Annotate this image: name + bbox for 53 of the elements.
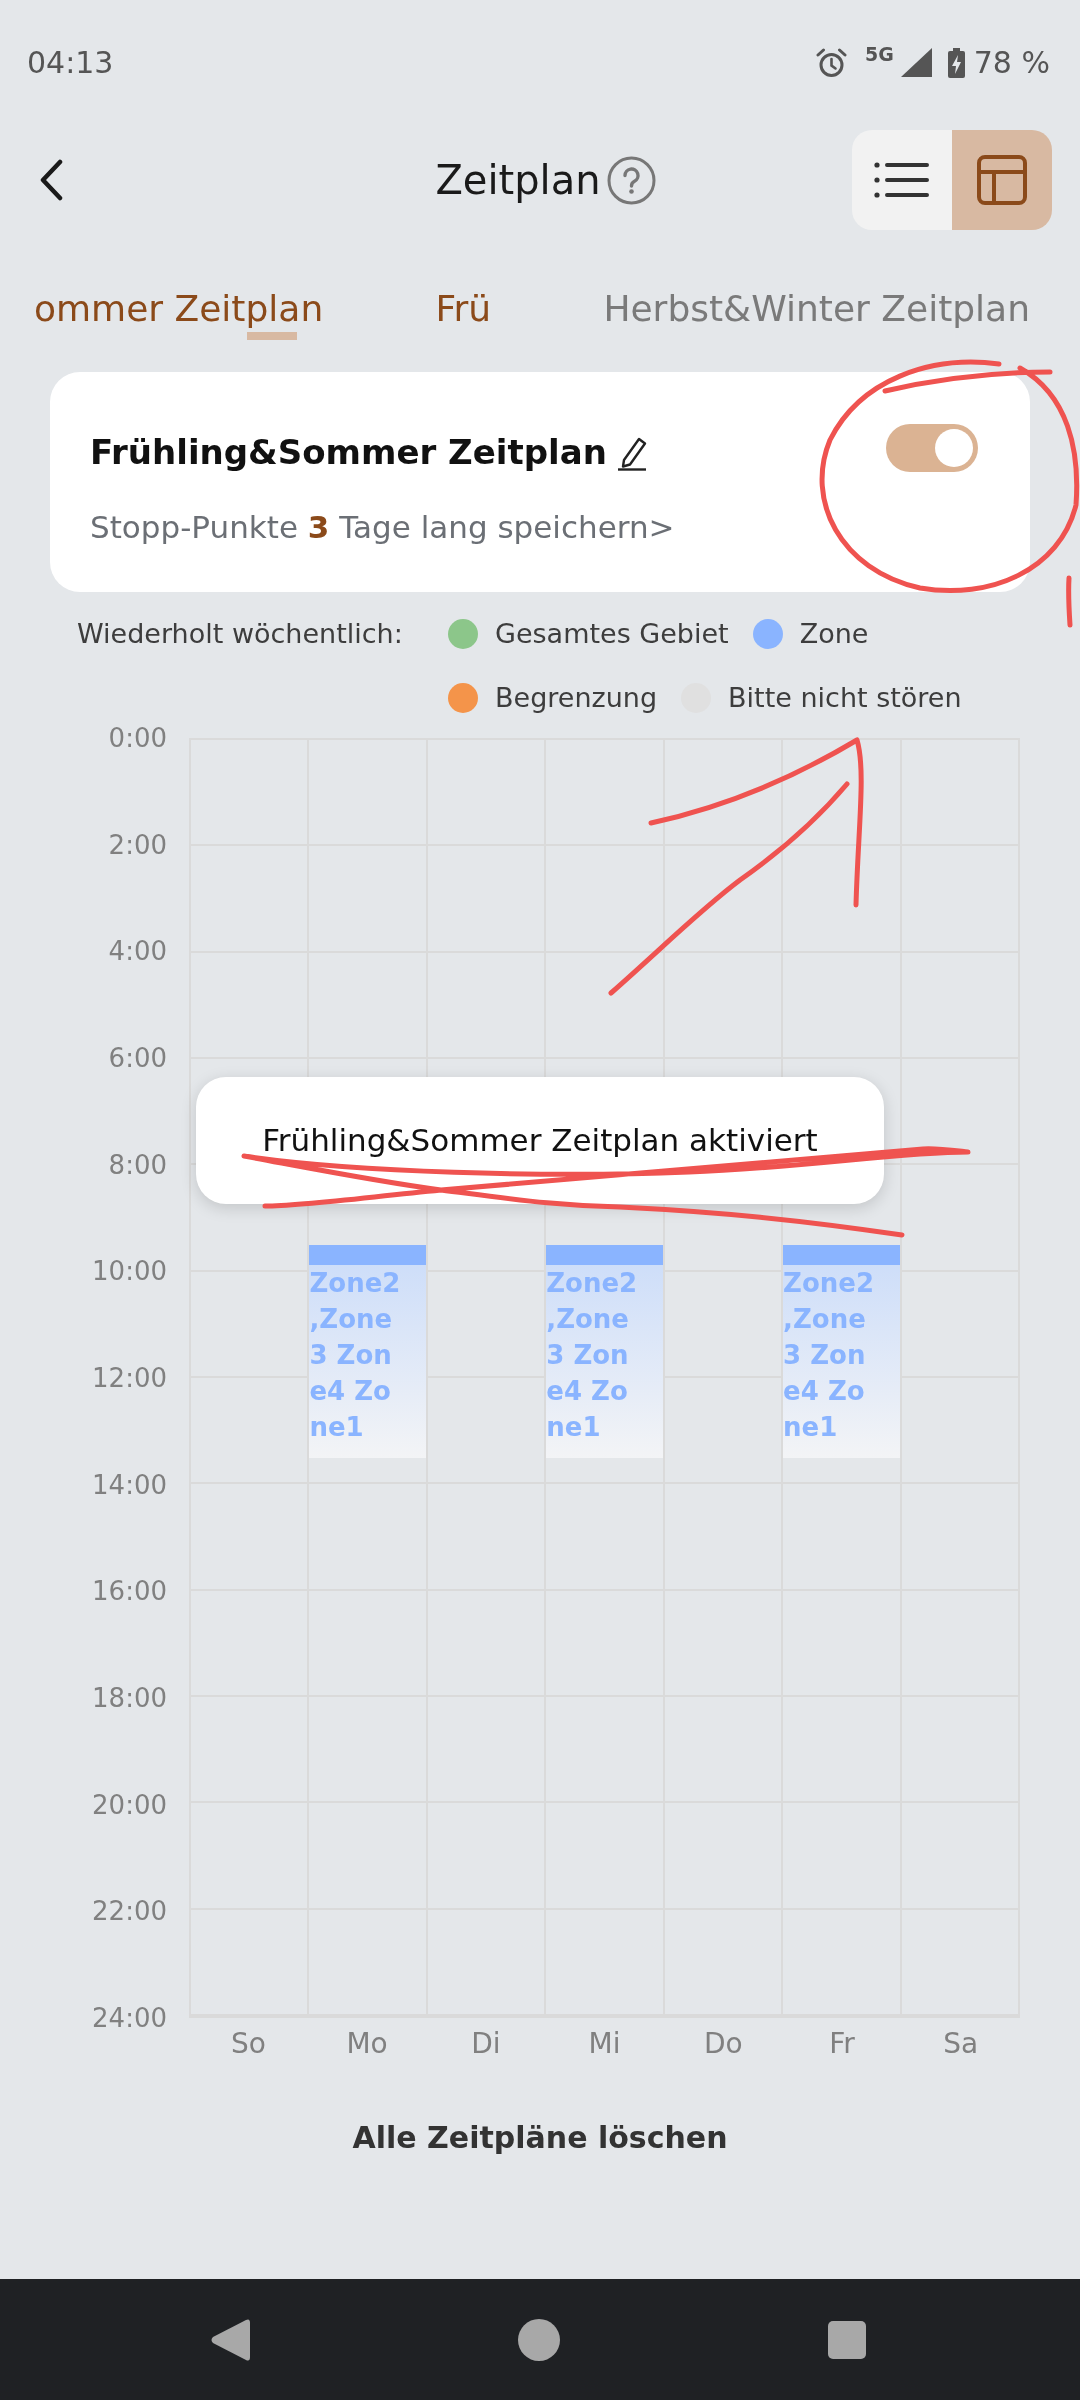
legend-title: Wiederholt wöchentlich: xyxy=(77,617,404,651)
toast-notification: Frühling&Sommer Zeitplan aktiviert xyxy=(196,1077,884,1204)
hour-label: 12:00 xyxy=(92,1361,167,1395)
battery-charging-icon xyxy=(945,47,967,78)
hour-label: 2:00 xyxy=(108,828,167,862)
network-type: 5G xyxy=(864,45,894,64)
back-button[interactable] xyxy=(39,159,63,201)
day-label: Sa xyxy=(942,2026,980,2062)
list-icon xyxy=(874,160,930,200)
hour-label: 8:00 xyxy=(108,1148,167,1182)
calendar-view-button[interactable] xyxy=(952,130,1052,230)
toggle-switch[interactable] xyxy=(886,424,978,472)
hour-label: 18:00 xyxy=(92,1681,167,1715)
day-label: Fr xyxy=(828,2026,856,2062)
hour-label: 10:00 xyxy=(92,1255,167,1289)
clock-time: 04:13 xyxy=(27,47,114,78)
day-label: Do xyxy=(702,2026,744,2062)
hour-label: 22:00 xyxy=(92,1895,167,1929)
legend-label: Gesamtes Gebiet xyxy=(495,617,729,651)
tab[interactable]: Herbst&Winter Zeitplan xyxy=(603,287,1030,343)
help-icon[interactable] xyxy=(606,155,656,205)
hour-label: 24:00 xyxy=(92,2001,167,2035)
chevron-left-icon xyxy=(39,159,63,201)
hour-label: 20:00 xyxy=(92,1788,167,1822)
entry-text: Zone2,Zone3 Zone4 Zone1 xyxy=(309,1267,402,1445)
hour-label: 14:00 xyxy=(92,1468,167,1502)
day-label: Mi xyxy=(587,2026,622,2062)
hour-label: 4:00 xyxy=(108,935,167,969)
hour-label: 16:00 xyxy=(92,1575,167,1609)
tab[interactable]: Frü xyxy=(435,287,492,343)
signal-icon xyxy=(900,48,932,77)
list-view-button[interactable] xyxy=(852,130,952,230)
day-label: Di xyxy=(470,2026,502,2062)
tab[interactable]: ommer Zeitplan xyxy=(34,287,324,343)
schedule-note[interactable]: Stopp-Punkte 3 Tage lang speichern> xyxy=(90,507,675,547)
entry-text: Zone2,Zone3 Zone4 Zone1 xyxy=(783,1267,876,1445)
entry-text: Zone2,Zone3 Zone4 Zone1 xyxy=(546,1267,639,1445)
legend-label: Bitte nicht stören xyxy=(728,681,962,715)
layout-icon xyxy=(977,155,1027,205)
legend-label: Begrenzung xyxy=(495,681,658,715)
legend-label: Zone xyxy=(799,617,869,651)
battery-level: 78 % xyxy=(973,47,1050,78)
back-icon[interactable] xyxy=(210,2316,250,2363)
day-label: So xyxy=(229,2026,267,2062)
day-label: Mo xyxy=(345,2026,389,2062)
alarm-clock-icon xyxy=(815,47,847,78)
home-icon[interactable] xyxy=(518,2318,560,2361)
delete-all-button[interactable]: Alle Zeitpläne löschen xyxy=(352,2118,728,2158)
schedule-title: Frühling&Sommer Zeitplan xyxy=(90,431,607,474)
recents-icon[interactable] xyxy=(828,2320,866,2359)
hour-label: 0:00 xyxy=(108,722,167,755)
hour-label: 6:00 xyxy=(108,1041,167,1075)
page-title: Zeitplan xyxy=(435,156,601,204)
